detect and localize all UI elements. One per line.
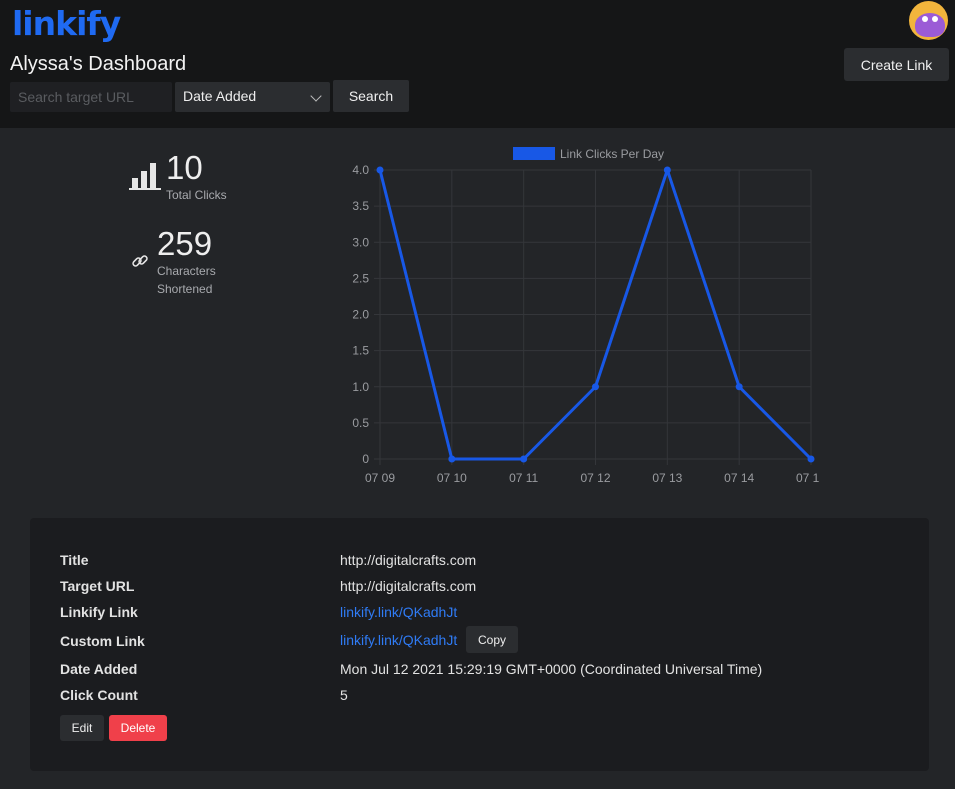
title-label: Title <box>60 552 89 568</box>
date-added-label: Date Added <box>60 661 138 677</box>
x-tick-label: 07 10 <box>437 471 467 485</box>
y-tick-label: 2.0 <box>352 308 369 322</box>
sort-select[interactable]: Date Added <box>175 82 330 112</box>
data-point <box>592 383 599 391</box>
data-point <box>376 166 384 174</box>
avatar-eye-icon <box>922 16 928 22</box>
date-added-value: Mon Jul 12 2021 15:29:19 GMT+0000 (Coord… <box>340 661 763 677</box>
logo[interactable]: linkify <box>12 2 121 46</box>
custom-link[interactable]: linkify.link/QKadhJt <box>340 632 457 648</box>
x-tick-label: 07 14 <box>724 471 754 485</box>
copy-button[interactable]: Copy <box>466 626 518 653</box>
link-icon <box>131 252 149 270</box>
characters-label-line2: Shortened <box>157 282 213 296</box>
data-point <box>448 455 456 463</box>
x-tick-label: 07 09 <box>365 471 395 485</box>
click-count-label: Click Count <box>60 687 138 703</box>
avatar-eye-icon <box>932 16 938 22</box>
create-link-button[interactable]: Create Link <box>844 48 949 81</box>
x-tick-label: 07 15 <box>796 471 820 485</box>
total-clicks-stat: 10 Total Clicks <box>166 150 227 204</box>
x-tick-label: 07 11 <box>509 471 538 485</box>
y-tick-label: 3.0 <box>352 235 369 249</box>
title-value: http://digitalcrafts.com <box>340 552 477 568</box>
search-input[interactable] <box>10 82 172 112</box>
delete-button[interactable]: Delete <box>109 715 167 741</box>
total-clicks-label: Total Clicks <box>166 188 227 202</box>
avatar-figure <box>915 13 945 37</box>
data-point <box>520 455 528 463</box>
characters-label-line1: Characters <box>157 264 216 278</box>
bar-chart-icon <box>129 160 161 190</box>
target-url-label: Target URL <box>60 578 135 594</box>
y-tick-label: 4.0 <box>352 163 369 177</box>
y-tick-label: 2.5 <box>352 271 369 285</box>
click-count-value: 5 <box>340 687 348 703</box>
linkify-link-label: Linkify Link <box>60 604 138 620</box>
chevron-down-icon <box>310 90 322 102</box>
edit-button[interactable]: Edit <box>60 715 104 741</box>
clicks-line-chart: 4.0 3.5 3.0 2.5 2.0 1.5 1.0 0.5 0 07 09 07 10 07 11… <box>352 147 820 485</box>
y-tick-label: 1.5 <box>352 344 369 358</box>
data-point <box>663 166 671 174</box>
data-point <box>735 383 743 391</box>
top-bar: linkify Alyssa's Dashboard Create Link D… <box>0 0 955 128</box>
characters-value: 259 <box>157 225 213 262</box>
linkify-link[interactable]: linkify.link/QKadhJt <box>340 604 457 620</box>
x-tick-label: 07 13 <box>652 471 682 485</box>
target-url-value: http://digitalcrafts.com <box>340 578 477 594</box>
legend-swatch <box>513 147 555 160</box>
y-tick-label: 0 <box>362 452 369 466</box>
custom-link-label: Custom Link <box>60 633 145 649</box>
page-title: Alyssa's Dashboard <box>10 53 187 75</box>
link-details-card: Title http://digitalcrafts.com Target UR… <box>30 518 929 771</box>
search-button[interactable]: Search <box>333 80 409 112</box>
characters-stat: 259 Characters Shortened <box>157 226 216 298</box>
y-tick-label: 3.5 <box>352 199 369 213</box>
avatar[interactable] <box>909 1 948 40</box>
y-tick-label: 0.5 <box>352 416 369 430</box>
y-tick-label: 1.0 <box>352 380 369 394</box>
x-tick-label: 07 12 <box>580 471 610 485</box>
sort-select-value: Date Added <box>183 88 257 104</box>
total-clicks-value: 10 <box>166 149 203 186</box>
data-point <box>807 455 815 463</box>
legend-label: Link Clicks Per Day <box>560 147 664 161</box>
